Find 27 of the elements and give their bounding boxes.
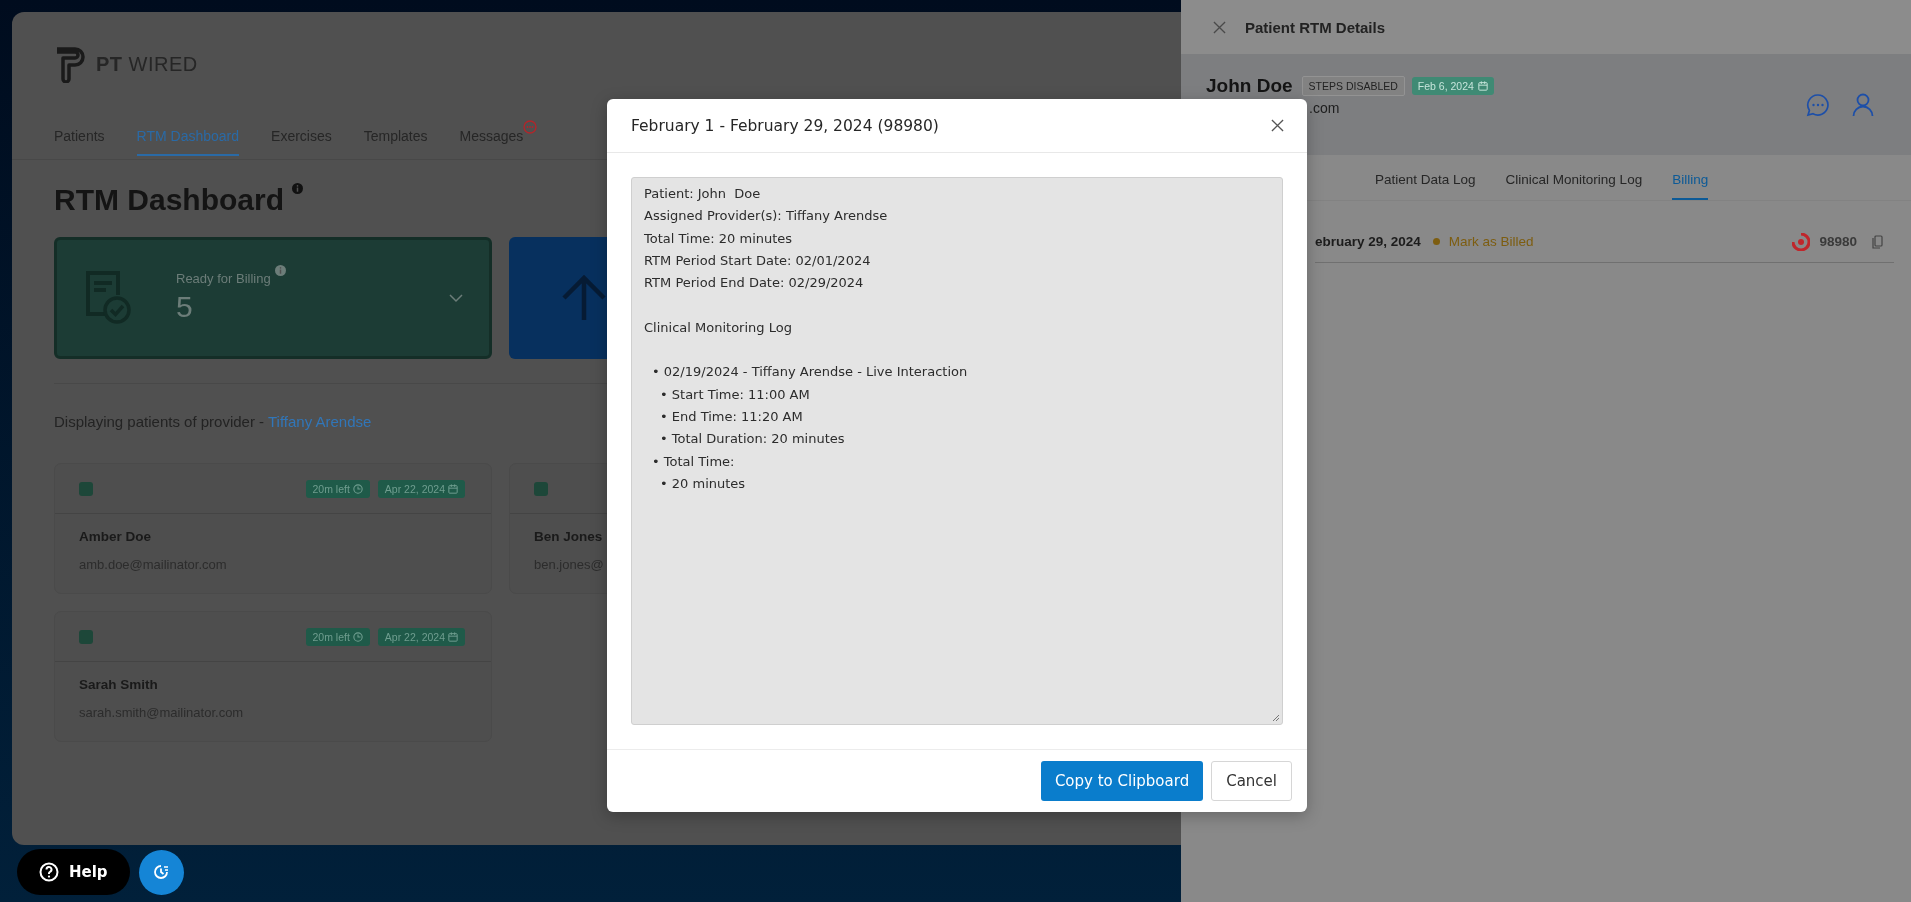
card-label: Ready for Billing [176,270,271,286]
text-line: RTM Period Start Date: 02/01/2024 [644,251,871,270]
patient-email: .com [1309,100,1341,116]
billing-code: 98980 [1819,234,1857,249]
text-line: Assigned Provider(s): Tiffany Arendse [644,207,888,226]
text-line: • Total Duration: 20 minutes [660,430,845,449]
patient-name: John Doe [1206,75,1293,97]
date-badge: Apr 22, 2024 [377,627,465,646]
date-badge: Apr 22, 2024 [377,479,465,498]
time-left-badge: 20m left [305,627,370,646]
panel-title: Patient RTM Details [1245,18,1386,36]
card-value: 5 [176,289,194,324]
text-line: • Total Time: [652,452,735,471]
text-line: • 20 minutes [660,474,746,493]
dialog-title: February 1 - February 29, 2024 (98980) [631,116,939,135]
page-title: RTM Dashboard [54,182,284,218]
text-line: • End Time: 11:20 AM [660,407,803,426]
text-line: • 02/19/2024 - Tiffany Arendse - Live Interaction [652,363,968,382]
steps-badge: STEPS DISABLED [1301,76,1405,96]
text-line: Total Time: 20 minutes [644,229,793,248]
billing-period: ebruary 29, 2024 [1315,234,1421,249]
text-line: • Start Time: 11:00 AM [660,385,810,404]
date-badge: Feb 6, 2024 [1411,77,1494,95]
text-line: Clinical Monitoring Log [644,318,792,337]
text-line: Patient: John Doe [644,185,761,203]
time-left-badge: 20m left [305,479,370,498]
text-line: RTM Period End Date: 02/29/2024 [644,274,864,293]
